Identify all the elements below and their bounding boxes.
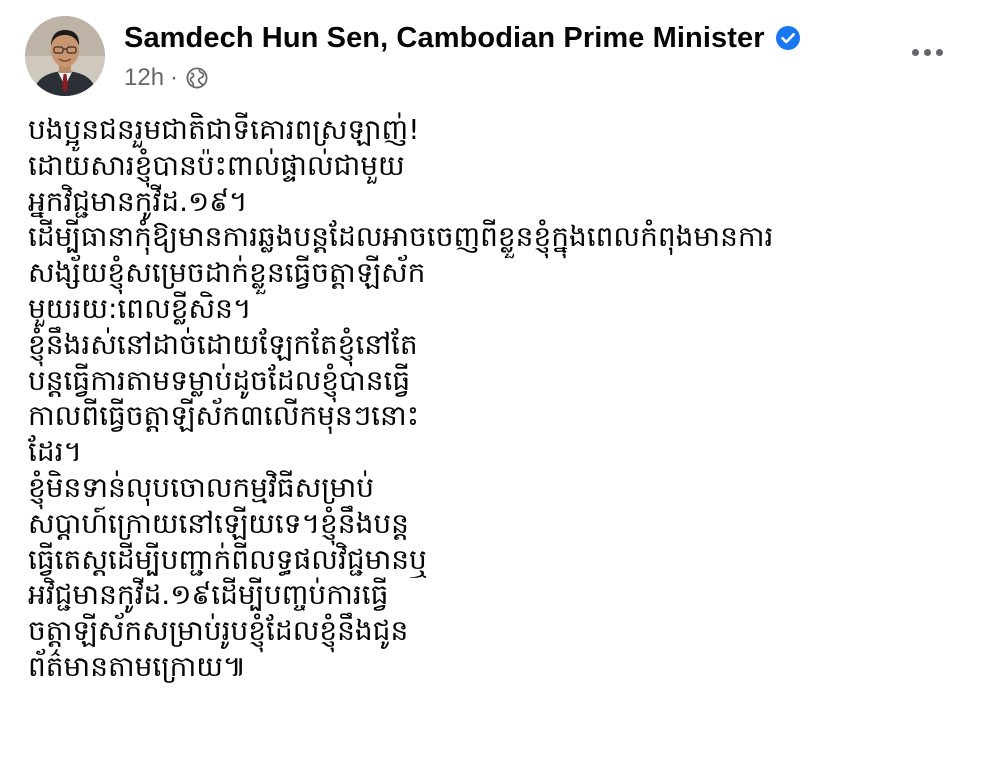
post-text-line: ចត្តាឡីស័កសម្រាប់រូបខ្ញុំដែលខ្ញុំនឹងជូន: [28, 614, 409, 648]
post-text-line: កាលពីធ្វើចត្តាឡីស័ក៣លើកមុនៗនោះ: [28, 399, 420, 433]
post-text-line: សង្ស័យខ្ញុំសម្រេចដាក់ខ្លួនធ្វើចត្តាឡីស័ក: [28, 256, 426, 290]
post-text-line: ខ្ញុំមិនទាន់លុបចោលកម្មវិធីសម្រាប់: [28, 470, 375, 504]
more-dot: [911, 48, 919, 56]
post-timestamp-link[interactable]: 12h: [124, 64, 164, 92]
avatar-photo: [25, 16, 105, 96]
more-dot: [935, 48, 943, 56]
post-text: បងប្អូនជនរួមជាតិជាទីគោរពស្រឡាញ់! ដោយសារខ…: [28, 112, 958, 685]
post-text-line: ព័ត៌មានតាមក្រោយ៕: [28, 649, 247, 683]
post-text-line: ខ្ញុំនឹងរស់នៅដាច់ដោយឡែកតែខ្ញុំនៅតែ: [28, 327, 418, 361]
more-options-icon[interactable]: [904, 34, 950, 70]
post-meta: 12h ·: [124, 62, 208, 94]
post-text-line: អវិជ្ជមានកូវីដ.១៩ដើម្បីបញ្ចប់ការធ្វើ: [28, 578, 389, 612]
post-text-line: អ្នកវិជ្ជមានកូវីដ.១៩។: [28, 184, 248, 218]
author-row: Samdech Hun Sen, Cambodian Prime Ministe…: [124, 18, 801, 58]
more-dot: [923, 48, 931, 56]
post-text-line: បងប្អូនជនរួមជាតិជាទីគោរពស្រឡាញ់!: [28, 113, 420, 146]
post-text-line: ដែរ។: [28, 435, 83, 469]
post-text-line: មួយរយ:ពេលខ្លីសិន។: [28, 291, 252, 325]
author-name-link[interactable]: Samdech Hun Sen, Cambodian Prime Ministe…: [124, 22, 765, 55]
facebook-post: Samdech Hun Sen, Cambodian Prime Ministe…: [0, 0, 988, 772]
verified-badge-icon: [775, 25, 801, 51]
post-text-line: សប្តាហ៍ក្រោយនៅឡើយទេ។ខ្ញុំនឹងបន្ត: [28, 506, 409, 540]
post-text-line: ដោយសារខ្ញុំបានប៉ះពាល់ផ្ទាល់ជាមួយ: [28, 148, 405, 182]
post-text-line: ធ្វើតេស្តដើម្បីបញ្ជាក់ពីលទ្ធផលវិជ្ជមានឬ: [28, 542, 427, 576]
post-text-line: ដើម្បីធានាកុំឱ្យមានការឆ្លងបន្តដែលអាចចេញព…: [28, 220, 774, 254]
author-avatar[interactable]: [25, 16, 105, 96]
meta-separator: ·: [170, 64, 179, 91]
post-text-line: បន្តធ្វើការតាមទម្លាប់ដូចដែលខ្ញុំបានធ្វើ: [28, 363, 411, 397]
globe-icon[interactable]: [186, 67, 208, 89]
